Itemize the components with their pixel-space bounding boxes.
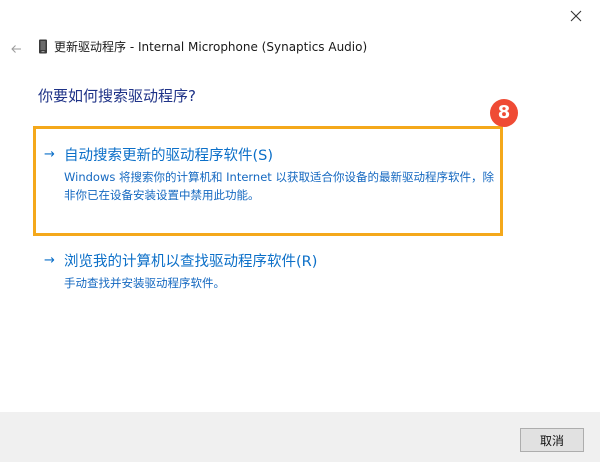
arrow-right-icon: → (44, 252, 55, 268)
update-driver-dialog: 更新驱动程序 - Internal Microphone (Synaptics … (0, 0, 600, 462)
arrow-right-icon: → (44, 146, 55, 162)
cancel-button[interactable]: 取消 (520, 428, 584, 452)
auto-search-option[interactable]: → 自动搜索更新的驱动程序软件(S) Windows 将搜索你的计算机和 Int… (44, 143, 500, 204)
page-heading: 你要如何搜索驱动程序? (38, 87, 196, 105)
auto-search-description: Windows 将搜索你的计算机和 Internet 以获取适合你设备的最新驱动… (64, 170, 494, 202)
browse-computer-option-title[interactable]: → 浏览我的计算机以查找驱动程序软件(R) (44, 249, 500, 271)
browse-computer-option[interactable]: → 浏览我的计算机以查找驱动程序软件(R) 手动查找并安装驱动程序软件。 (44, 249, 500, 292)
window-title: 更新驱动程序 - Internal Microphone (Synaptics … (54, 39, 368, 54)
back-arrow-icon[interactable] (10, 40, 22, 53)
dialog-footer: 取消 (0, 412, 600, 462)
step-badge: 8 (490, 99, 518, 127)
auto-search-link[interactable]: 自动搜索更新的驱动程序软件(S) (64, 144, 273, 165)
window-title-bar: 更新驱动程序 - Internal Microphone (Synaptics … (38, 37, 367, 55)
microphone-device-icon (38, 39, 48, 54)
browse-computer-description: 手动查找并安装驱动程序软件。 (64, 276, 225, 290)
auto-search-option-title[interactable]: → 自动搜索更新的驱动程序软件(S) (44, 143, 500, 165)
browse-computer-link[interactable]: 浏览我的计算机以查找驱动程序软件(R) (64, 250, 317, 271)
close-icon[interactable] (568, 8, 584, 24)
